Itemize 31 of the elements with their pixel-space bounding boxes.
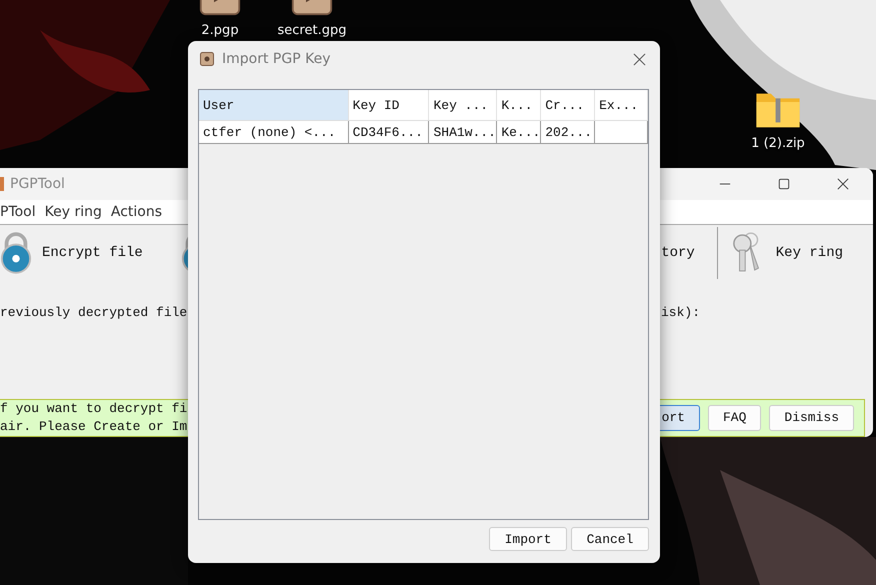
dialog-button[interactable]: Cancel <box>571 527 649 551</box>
menu-item[interactable]: Key ring <box>44 204 102 220</box>
dialog-button[interactable]: Import <box>489 527 567 551</box>
history-label: reviously decrypted file <box>0 304 188 322</box>
maximize-icon[interactable] <box>778 178 790 190</box>
window-title: PGPTool <box>10 176 65 192</box>
table-cell[interactable]: SHA1w... <box>429 121 498 143</box>
toolbar-label[interactable]: Key ring <box>776 244 843 261</box>
notice-button[interactable]: FAQ <box>708 404 762 431</box>
notice-text: f you want to decrypt fi <box>0 400 188 418</box>
file-name[interactable]: 1 (2).zip <box>751 136 805 151</box>
column-header[interactable]: User <box>199 90 349 120</box>
table-cell[interactable]: 202... <box>541 121 596 143</box>
app-icon <box>200 52 214 66</box>
table-cell[interactable]: ctfer (none) <... <box>199 121 349 143</box>
dialog-title: Import PGP Key <box>222 51 330 67</box>
menu-item[interactable]: PTool <box>0 204 36 220</box>
menu-item[interactable]: Actions <box>110 204 162 220</box>
padlock-icon[interactable] <box>0 232 32 274</box>
app-icon <box>0 176 4 191</box>
toolbar-label[interactable]: tory <box>661 244 695 261</box>
close-icon[interactable] <box>837 178 849 190</box>
close-icon[interactable] <box>633 52 646 66</box>
file-name[interactable]: secret.gpg <box>278 23 346 38</box>
notice-button[interactable]: Dismiss <box>769 404 854 431</box>
table-cell[interactable]: Ke... <box>497 121 542 143</box>
history-label: isk): <box>660 304 700 322</box>
file-name[interactable]: 2.pgp <box>201 23 239 38</box>
table-cell[interactable]: CD34F6... <box>348 121 430 143</box>
toolbar-label[interactable]: Encrypt file <box>42 244 143 261</box>
notice-text: air. Please Create or Im <box>0 418 188 436</box>
